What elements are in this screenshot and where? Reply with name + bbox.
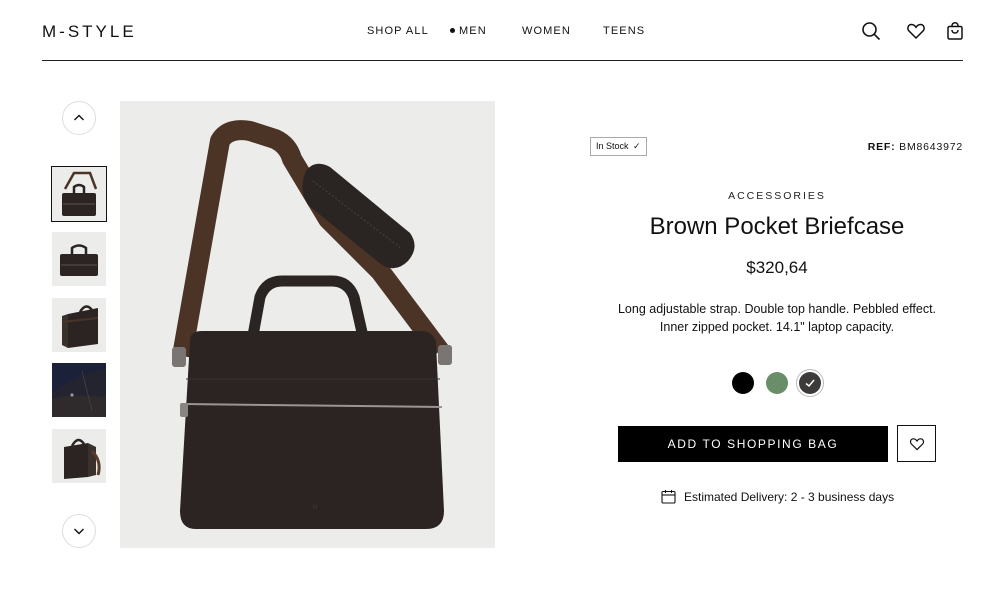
briefcase-image: M <box>120 101 495 548</box>
brand-logo[interactable]: M-STYLE <box>42 22 137 42</box>
add-to-wishlist-button[interactable] <box>897 425 936 462</box>
product-reference: REF: BM8643972 <box>868 141 963 153</box>
briefcase-thumbnail-image <box>52 298 106 352</box>
thumbnail-5[interactable] <box>52 429 106 483</box>
thumbnail-4[interactable] <box>52 363 106 417</box>
check-icon <box>805 379 815 388</box>
description-line-1: Long adjustable strap. Double top handle… <box>617 302 937 316</box>
add-to-bag-button[interactable]: ADD TO SHOPPING BAG <box>618 426 888 462</box>
ref-label: REF: <box>867 141 896 153</box>
chevron-down-icon <box>74 528 84 535</box>
product-description: Long adjustable strap. Double top handle… <box>590 300 964 336</box>
search-icon[interactable] <box>861 21 881 41</box>
nav-shop-all[interactable]: SHOP ALL <box>367 25 429 37</box>
thumbnail-down-button[interactable] <box>62 514 96 548</box>
heart-icon[interactable] <box>906 21 926 41</box>
chevron-up-icon <box>74 114 84 121</box>
thumbnail-1[interactable] <box>51 166 107 222</box>
heart-icon <box>909 437 924 450</box>
color-swatch-dark-grey[interactable] <box>796 369 824 397</box>
nav-women[interactable]: WOMEN <box>522 25 571 37</box>
shopping-bag-icon[interactable] <box>945 21 965 41</box>
briefcase-thumbnail-image <box>52 232 106 286</box>
thumbnail-3[interactable] <box>52 298 106 352</box>
color-swatch-black[interactable] <box>732 372 754 394</box>
color-swatch-green[interactable] <box>766 372 788 394</box>
briefcase-interior-image <box>52 363 106 417</box>
active-dot-icon <box>450 28 455 33</box>
briefcase-side-image <box>52 429 106 483</box>
product-category: ACCESSORIES <box>728 190 826 202</box>
product-main-image: M <box>120 101 495 548</box>
delivery-text: Estimated Delivery: 2 - 3 business days <box>684 490 895 504</box>
thumbnail-2[interactable] <box>52 232 106 286</box>
svg-text:M: M <box>313 505 318 511</box>
nav-teens[interactable]: TEENS <box>603 25 645 37</box>
ref-value: BM8643972 <box>899 141 963 153</box>
calendar-icon <box>661 490 676 504</box>
briefcase-thumbnail-image <box>52 167 106 221</box>
stock-status-badge: In Stock ✓ <box>590 137 647 156</box>
nav-men-label: MEN <box>459 25 487 37</box>
nav-men[interactable]: MEN <box>450 25 487 37</box>
stock-label: In Stock <box>596 141 629 151</box>
product-title: Brown Pocket Briefcase <box>649 213 905 240</box>
site-header: M-STYLE SHOP ALL MEN WOMEN TEENS <box>42 0 963 61</box>
product-price: $320,64 <box>746 258 808 277</box>
thumbnail-up-button[interactable] <box>62 101 96 135</box>
check-icon: ✓ <box>633 141 641 151</box>
description-line-2: Inner zipped pocket. 14.1" laptop capaci… <box>659 320 895 334</box>
